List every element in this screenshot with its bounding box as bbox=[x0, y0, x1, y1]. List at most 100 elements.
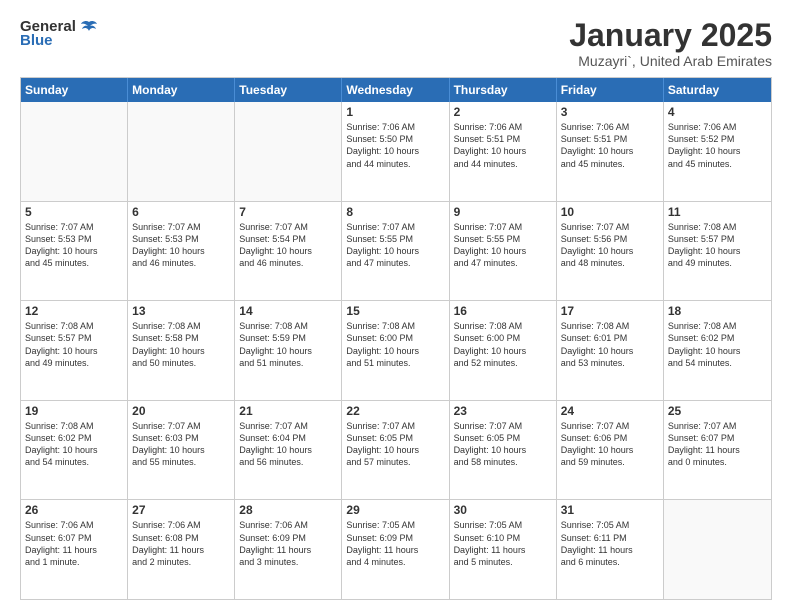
day-details: Sunrise: 7:07 AMSunset: 6:06 PMDaylight:… bbox=[561, 420, 659, 469]
day-cell-2: 2 Sunrise: 7:06 AMSunset: 5:51 PMDaylight… bbox=[450, 102, 557, 201]
day-cell-9: 9Sunrise: 7:07 AMSunset: 5:55 PMDaylight… bbox=[450, 202, 557, 301]
day-details: Sunrise: 7:07 AMSunset: 6:04 PMDaylight:… bbox=[239, 420, 337, 469]
calendar: SundayMondayTuesdayWednesdayThursdayFrid… bbox=[20, 77, 772, 600]
day-cell-23: 23 Sunrise: 7:07 AMSunset: 6:05 PMDayligh… bbox=[450, 401, 557, 500]
weekday-header-monday: Monday bbox=[128, 78, 235, 102]
calendar-row-4: 26 Sunrise: 7:06 AMSunset: 6:07 PMDayligh… bbox=[21, 499, 771, 599]
day-cell-27: 27 Sunrise: 7:06 AMSunset: 6:08 PMDayligh… bbox=[128, 500, 235, 599]
day-cell-24: 24 Sunrise: 7:07 AMSunset: 6:06 PMDayligh… bbox=[557, 401, 664, 500]
day-cell-7: 7 Sunrise: 7:07 AMSunset: 5:54 PMDaylight… bbox=[235, 202, 342, 301]
location: Muzayri`, United Arab Emirates bbox=[569, 53, 772, 69]
day-details: Sunrise: 7:07 AMSunset: 6:05 PMDaylight:… bbox=[454, 420, 552, 469]
day-cell-13: 13Sunrise: 7:08 AMSunset: 5:58 PMDayligh… bbox=[128, 301, 235, 400]
day-details: Sunrise: 7:07 AMSunset: 5:53 PMDaylight:… bbox=[25, 221, 123, 270]
empty-cell bbox=[21, 102, 128, 201]
day-number: 27 bbox=[132, 503, 230, 517]
day-cell-20: 20Sunrise: 7:07 AMSunset: 6:03 PMDayligh… bbox=[128, 401, 235, 500]
day-details: Sunrise: 7:06 AMSunset: 5:50 PMDaylight:… bbox=[346, 121, 444, 170]
day-details: Sunrise: 7:06 AMSunset: 6:08 PMDaylight:… bbox=[132, 519, 230, 568]
header-right: January 2025 Muzayri`, United Arab Emira… bbox=[569, 18, 772, 69]
day-details: Sunrise: 7:05 AMSunset: 6:11 PMDaylight:… bbox=[561, 519, 659, 568]
day-details: Sunrise: 7:08 AMSunset: 6:02 PMDaylight:… bbox=[668, 320, 767, 369]
calendar-header: SundayMondayTuesdayWednesdayThursdayFrid… bbox=[21, 78, 771, 102]
day-number: 24 bbox=[561, 404, 659, 418]
day-number: 21 bbox=[239, 404, 337, 418]
day-cell-31: 31 Sunrise: 7:05 AMSunset: 6:11 PMDayligh… bbox=[557, 500, 664, 599]
day-number: 18 bbox=[668, 304, 767, 318]
day-number: 15 bbox=[346, 304, 444, 318]
day-cell-12: 12Sunrise: 7:08 AMSunset: 5:57 PMDayligh… bbox=[21, 301, 128, 400]
day-details: Sunrise: 7:06 AMSunset: 5:52 PMDaylight:… bbox=[668, 121, 767, 170]
day-cell-14: 14Sunrise: 7:08 AMSunset: 5:59 PMDayligh… bbox=[235, 301, 342, 400]
day-details: Sunrise: 7:08 AMSunset: 5:57 PMDaylight:… bbox=[668, 221, 767, 270]
day-cell-3: 3Sunrise: 7:06 AMSunset: 5:51 PMDaylight… bbox=[557, 102, 664, 201]
weekday-header-sunday: Sunday bbox=[21, 78, 128, 102]
empty-cell bbox=[235, 102, 342, 201]
page: General Blue January 2025 Muzayri`, Unit… bbox=[0, 0, 792, 612]
weekday-header-friday: Friday bbox=[557, 78, 664, 102]
day-number: 29 bbox=[346, 503, 444, 517]
day-number: 10 bbox=[561, 205, 659, 219]
day-number: 13 bbox=[132, 304, 230, 318]
day-details: Sunrise: 7:07 AMSunset: 5:54 PMDaylight:… bbox=[239, 221, 337, 270]
logo-bird-icon bbox=[80, 20, 98, 34]
empty-cell bbox=[128, 102, 235, 201]
day-number: 25 bbox=[668, 404, 767, 418]
calendar-row-0: 1 Sunrise: 7:06 AMSunset: 5:50 PMDaylight… bbox=[21, 102, 771, 201]
day-details: Sunrise: 7:08 AMSunset: 6:00 PMDaylight:… bbox=[346, 320, 444, 369]
day-cell-29: 29 Sunrise: 7:05 AMSunset: 6:09 PMDayligh… bbox=[342, 500, 449, 599]
day-cell-11: 11 Sunrise: 7:08 AMSunset: 5:57 PMDayligh… bbox=[664, 202, 771, 301]
day-number: 8 bbox=[346, 205, 444, 219]
day-details: Sunrise: 7:07 AMSunset: 5:55 PMDaylight:… bbox=[454, 221, 552, 270]
day-cell-21: 21 Sunrise: 7:07 AMSunset: 6:04 PMDayligh… bbox=[235, 401, 342, 500]
day-cell-1: 1 Sunrise: 7:06 AMSunset: 5:50 PMDaylight… bbox=[342, 102, 449, 201]
calendar-row-1: 5Sunrise: 7:07 AMSunset: 5:53 PMDaylight… bbox=[21, 201, 771, 301]
weekday-header-wednesday: Wednesday bbox=[342, 78, 449, 102]
day-details: Sunrise: 7:05 AMSunset: 6:09 PMDaylight:… bbox=[346, 519, 444, 568]
day-details: Sunrise: 7:07 AMSunset: 6:07 PMDaylight:… bbox=[668, 420, 767, 469]
day-details: Sunrise: 7:07 AMSunset: 6:05 PMDaylight:… bbox=[346, 420, 444, 469]
day-cell-28: 28 Sunrise: 7:06 AMSunset: 6:09 PMDayligh… bbox=[235, 500, 342, 599]
day-details: Sunrise: 7:07 AMSunset: 5:55 PMDaylight:… bbox=[346, 221, 444, 270]
day-number: 7 bbox=[239, 205, 337, 219]
day-number: 31 bbox=[561, 503, 659, 517]
day-cell-15: 15 Sunrise: 7:08 AMSunset: 6:00 PMDayligh… bbox=[342, 301, 449, 400]
day-details: Sunrise: 7:08 AMSunset: 6:02 PMDaylight:… bbox=[25, 420, 123, 469]
day-cell-5: 5Sunrise: 7:07 AMSunset: 5:53 PMDaylight… bbox=[21, 202, 128, 301]
day-number: 2 bbox=[454, 105, 552, 119]
day-details: Sunrise: 7:06 AMSunset: 6:07 PMDaylight:… bbox=[25, 519, 123, 568]
day-details: Sunrise: 7:07 AMSunset: 5:56 PMDaylight:… bbox=[561, 221, 659, 270]
day-details: Sunrise: 7:06 AMSunset: 6:09 PMDaylight:… bbox=[239, 519, 337, 568]
day-cell-30: 30Sunrise: 7:05 AMSunset: 6:10 PMDayligh… bbox=[450, 500, 557, 599]
day-details: Sunrise: 7:07 AMSunset: 5:53 PMDaylight:… bbox=[132, 221, 230, 270]
weekday-header-thursday: Thursday bbox=[450, 78, 557, 102]
day-cell-26: 26 Sunrise: 7:06 AMSunset: 6:07 PMDayligh… bbox=[21, 500, 128, 599]
calendar-row-2: 12Sunrise: 7:08 AMSunset: 5:57 PMDayligh… bbox=[21, 300, 771, 400]
day-details: Sunrise: 7:06 AMSunset: 5:51 PMDaylight:… bbox=[454, 121, 552, 170]
day-number: 30 bbox=[454, 503, 552, 517]
day-cell-16: 16Sunrise: 7:08 AMSunset: 6:00 PMDayligh… bbox=[450, 301, 557, 400]
day-details: Sunrise: 7:08 AMSunset: 6:00 PMDaylight:… bbox=[454, 320, 552, 369]
day-number: 23 bbox=[454, 404, 552, 418]
day-number: 17 bbox=[561, 304, 659, 318]
day-number: 4 bbox=[668, 105, 767, 119]
day-number: 6 bbox=[132, 205, 230, 219]
calendar-row-3: 19Sunrise: 7:08 AMSunset: 6:02 PMDayligh… bbox=[21, 400, 771, 500]
day-details: Sunrise: 7:07 AMSunset: 6:03 PMDaylight:… bbox=[132, 420, 230, 469]
logo-blue-text: Blue bbox=[20, 32, 53, 49]
day-details: Sunrise: 7:06 AMSunset: 5:51 PMDaylight:… bbox=[561, 121, 659, 170]
day-details: Sunrise: 7:08 AMSunset: 5:57 PMDaylight:… bbox=[25, 320, 123, 369]
calendar-body: 1 Sunrise: 7:06 AMSunset: 5:50 PMDaylight… bbox=[21, 102, 771, 599]
day-number: 14 bbox=[239, 304, 337, 318]
day-number: 11 bbox=[668, 205, 767, 219]
day-number: 26 bbox=[25, 503, 123, 517]
month-title: January 2025 bbox=[569, 18, 772, 53]
header: General Blue January 2025 Muzayri`, Unit… bbox=[20, 18, 772, 69]
day-cell-17: 17Sunrise: 7:08 AMSunset: 6:01 PMDayligh… bbox=[557, 301, 664, 400]
weekday-header-tuesday: Tuesday bbox=[235, 78, 342, 102]
day-cell-18: 18 Sunrise: 7:08 AMSunset: 6:02 PMDayligh… bbox=[664, 301, 771, 400]
day-number: 28 bbox=[239, 503, 337, 517]
day-cell-4: 4 Sunrise: 7:06 AMSunset: 5:52 PMDaylight… bbox=[664, 102, 771, 201]
day-number: 1 bbox=[346, 105, 444, 119]
day-cell-10: 10 Sunrise: 7:07 AMSunset: 5:56 PMDayligh… bbox=[557, 202, 664, 301]
